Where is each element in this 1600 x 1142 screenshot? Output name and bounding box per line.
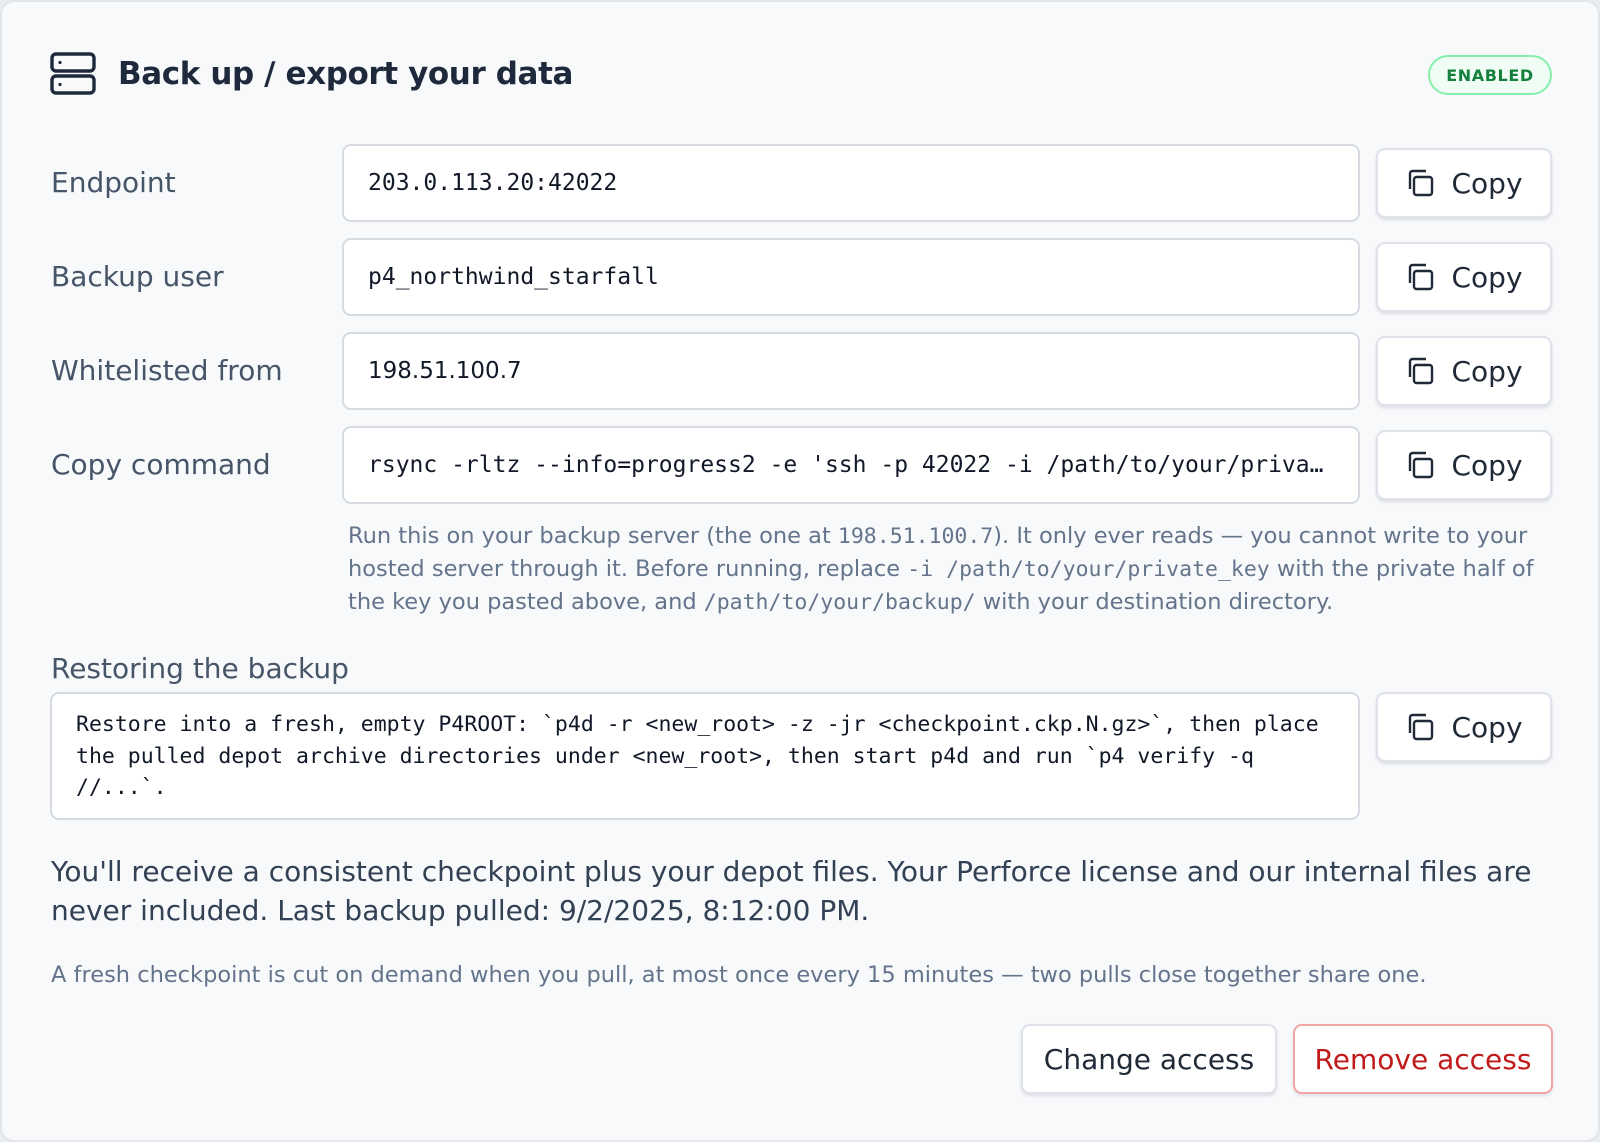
copy-restore-button[interactable]: Copy	[1376, 692, 1552, 762]
copy-backup-user-button[interactable]: Copy	[1376, 242, 1552, 312]
copy-button-label: Copy	[1451, 710, 1523, 744]
copy-button-label: Copy	[1451, 448, 1523, 482]
status-badge: ENABLED	[1428, 55, 1552, 95]
copy-command-row: Copy command rsync -rltz --info=progress…	[2, 426, 1600, 504]
server-icon	[50, 52, 96, 95]
backup-export-card: Back up / export your data ENABLED Endpo…	[0, 0, 1600, 1142]
copy-icon	[1409, 713, 1434, 741]
copy-command-field[interactable]: rsync -rltz --info=progress2 -e 'ssh -p …	[342, 426, 1360, 504]
restore-label: Restoring the backup	[51, 652, 349, 685]
copy-command-help-text: Run this on your backup server (the one …	[348, 523, 1534, 615]
copy-command-button[interactable]: Copy	[1376, 430, 1552, 500]
copy-whitelisted-from-button[interactable]: Copy	[1376, 336, 1552, 406]
whitelisted-ip: 198.51.100.7	[837, 524, 994, 549]
endpoint-field[interactable]: 203.0.113.20:42022	[342, 144, 1360, 222]
backup-user-value: p4_northwind_starfall	[368, 264, 659, 290]
backup-summary: You'll receive a consistent checkpoint p…	[51, 855, 1532, 927]
restore-instructions[interactable]: Restore into a fresh, empty P4ROOT: `p4d…	[50, 692, 1360, 820]
copy-icon	[1409, 357, 1434, 385]
copy-command-label: Copy command	[51, 448, 271, 481]
whitelisted-from-value: 198.51.100.7	[368, 358, 522, 384]
copy-command-value: rsync -rltz --info=progress2 -e 'ssh -p …	[368, 452, 1334, 478]
endpoint-value: 203.0.113.20:42022	[368, 170, 618, 196]
copy-button-label: Copy	[1451, 354, 1523, 388]
whitelisted-from-field[interactable]: 198.51.100.7	[342, 332, 1360, 410]
whitelisted-from-label: Whitelisted from	[51, 354, 283, 387]
page-title: Back up / export your data	[118, 56, 574, 92]
card-header: Back up / export your data	[50, 50, 573, 98]
copy-button-label: Copy	[1451, 260, 1523, 294]
backup-user-row: Backup user p4_northwind_starfall Copy	[2, 238, 1600, 316]
whitelisted-from-row: Whitelisted from 198.51.100.7 Copy	[2, 332, 1600, 410]
checkpoint-note: A fresh checkpoint is cut on demand when…	[51, 962, 1427, 988]
change-access-button[interactable]: Change access	[1021, 1024, 1277, 1094]
copy-icon	[1409, 451, 1434, 479]
backup-user-label: Backup user	[51, 260, 224, 293]
backup-user-field[interactable]: p4_northwind_starfall	[342, 238, 1360, 316]
key-flag: -i /path/to/your/private_key	[907, 557, 1270, 582]
destination-path: /path/to/your/backup/	[703, 590, 976, 615]
copy-button-label: Copy	[1451, 166, 1523, 200]
remove-access-button[interactable]: Remove access	[1293, 1024, 1553, 1094]
endpoint-label: Endpoint	[51, 166, 176, 199]
copy-icon	[1409, 263, 1434, 291]
copy-icon	[1409, 169, 1434, 197]
endpoint-row: Endpoint 203.0.113.20:42022 Copy	[2, 144, 1600, 222]
copy-endpoint-button[interactable]: Copy	[1376, 148, 1552, 218]
